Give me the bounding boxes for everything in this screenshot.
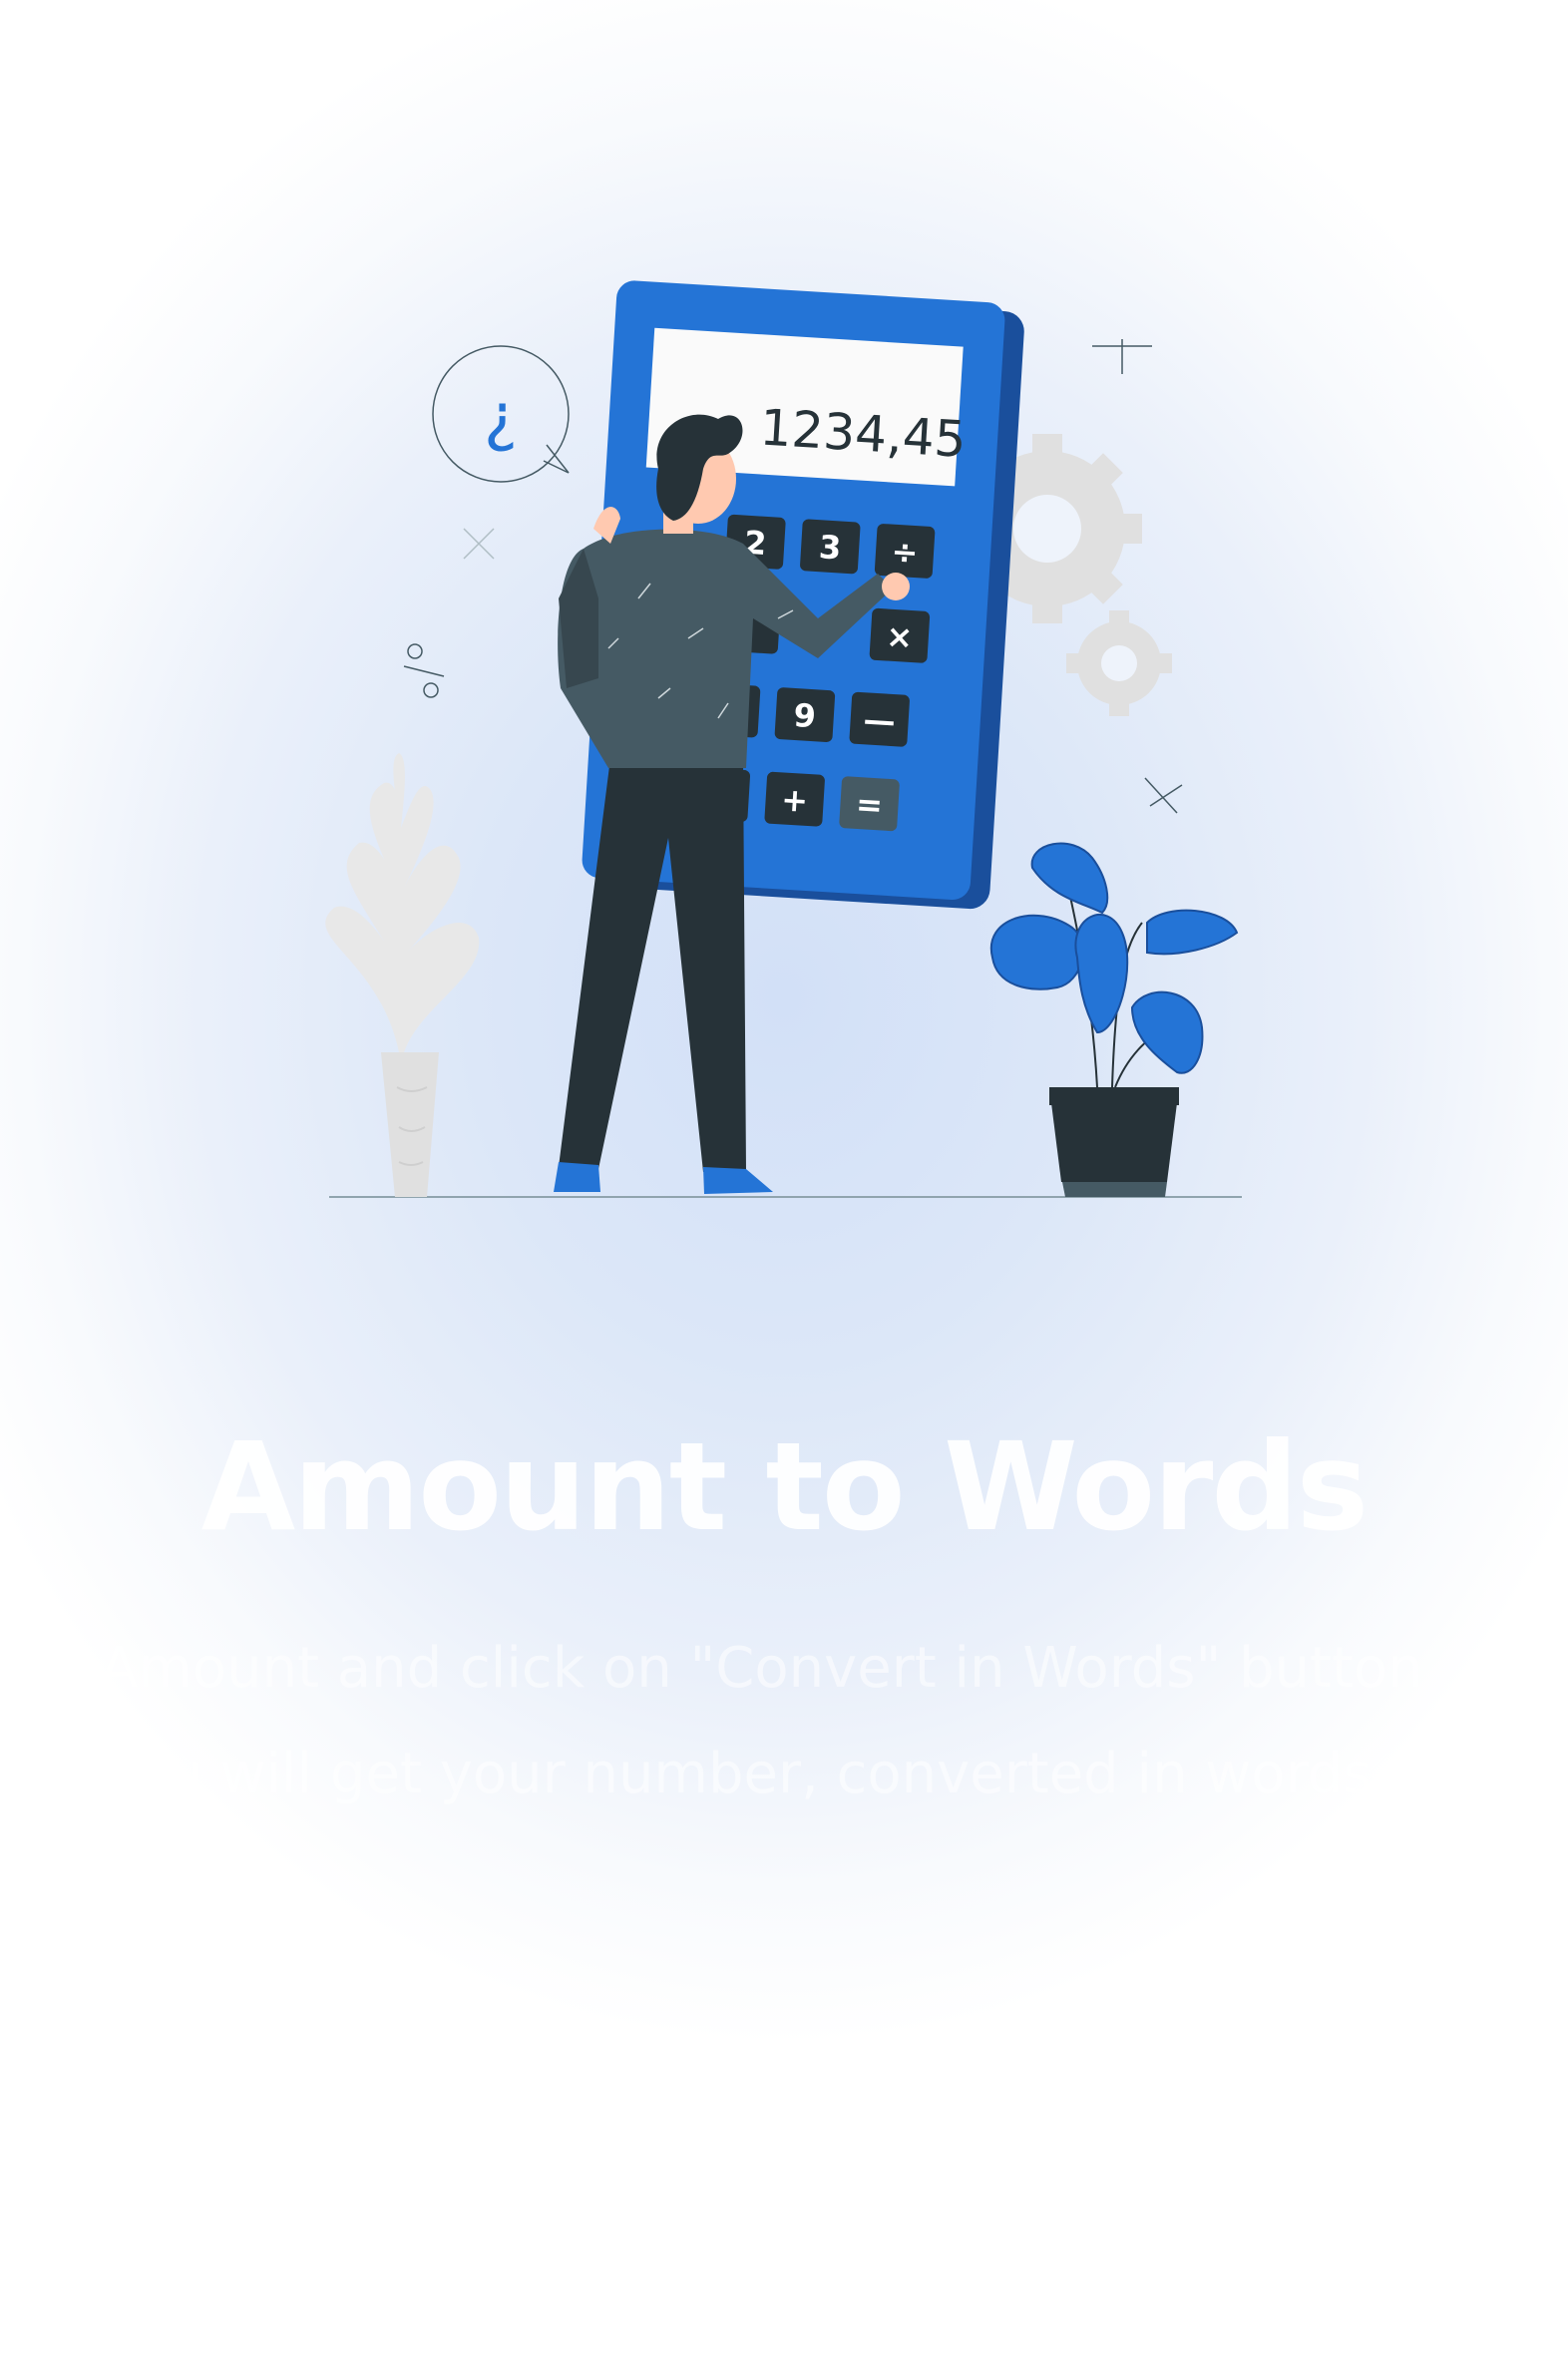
sparkle-icon <box>1144 777 1183 814</box>
key-label: 9 <box>793 696 818 735</box>
plant-icon <box>989 842 1239 1197</box>
key-label: ÷ <box>891 533 920 573</box>
hero-illustration: ¿ 1234,45 2 3 ÷ × 9 — + = <box>0 0 1568 1297</box>
page-description: Amount and click on "Convert in Words" b… <box>100 1636 1425 1806</box>
key-label: = <box>855 785 884 825</box>
decorative-gray-plant-icon <box>325 753 480 1197</box>
sparkle-icon <box>463 528 495 560</box>
sparkle-icon <box>1092 339 1152 374</box>
key-label: + <box>780 780 809 820</box>
percent-icon <box>403 643 445 698</box>
key-label: — <box>863 700 897 740</box>
page-title: Amount to Words <box>200 1416 1370 1558</box>
bubble-symbol: ¿ <box>484 381 518 455</box>
key-label: × <box>885 617 914 657</box>
question-bubble-icon: ¿ <box>432 345 570 483</box>
key-label: 3 <box>818 528 843 567</box>
gear-icon <box>1066 610 1172 716</box>
